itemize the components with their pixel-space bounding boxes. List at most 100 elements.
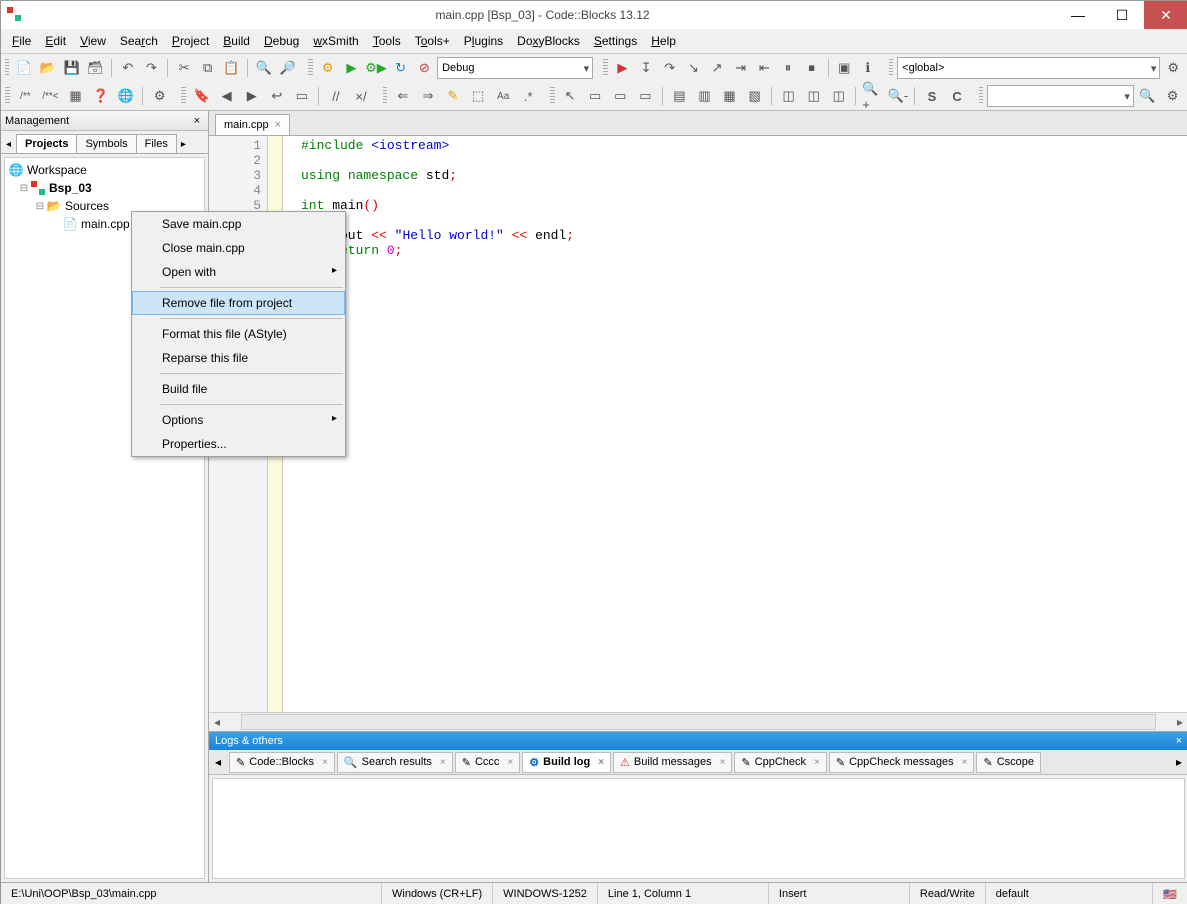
step-out-icon[interactable]: ↗ [706,56,728,80]
log-output[interactable] [212,778,1185,879]
ctx-options[interactable]: Options [132,408,345,432]
rect2-icon[interactable]: ▭ [609,84,632,108]
ctx-close[interactable]: Close main.cpp [132,236,345,260]
menu-edit[interactable]: Edit [38,31,73,51]
select-icon[interactable]: ▭ [290,84,313,108]
maximize-button[interactable]: ☐ [1100,1,1144,29]
log-tab-search[interactable]: 🔍Search results× [337,752,453,773]
highlight-icon[interactable]: ✎ [441,84,464,108]
code-text[interactable]: #include <iostream> using namespace std;… [297,136,1187,712]
run-icon[interactable]: ▶ [340,56,362,80]
log-tab-cppcheck[interactable]: ✎CppCheck× [734,752,826,773]
abort-icon[interactable]: ⊘ [413,56,435,80]
doxy-run-icon[interactable]: ▦ [64,84,87,108]
undo-icon[interactable]: ↶ [117,56,139,80]
menu-project[interactable]: Project [165,31,216,51]
log-tab-buildmsg[interactable]: ⚠Build messages× [613,752,732,773]
menu-settings[interactable]: Settings [587,31,644,51]
tree-project[interactable]: ⊟ Bsp_03 [8,179,201,197]
tab-close-icon[interactable]: × [275,119,281,131]
search-opts-icon[interactable]: ⚙ [1161,84,1184,108]
back-icon[interactable]: ⇐ [391,84,414,108]
run-to-cursor-icon[interactable]: ↧ [635,56,657,80]
menu-search[interactable]: Search [113,31,165,51]
debug-info-icon[interactable]: ℹ [857,56,879,80]
cut-icon[interactable]: ✂ [173,56,195,80]
break-icon[interactable]: ⏸ [777,56,799,80]
search-go-icon[interactable]: 🔍 [1136,84,1159,108]
rect1-icon[interactable]: ▭ [584,84,607,108]
find-icon[interactable]: 🔍 [253,56,275,80]
minimize-button[interactable]: — [1056,1,1100,29]
log-tab-codeblocks[interactable]: ✎Code::Blocks× [229,752,335,773]
forward-icon[interactable]: ⇒ [416,84,439,108]
ctx-save[interactable]: Save main.cpp [132,212,345,236]
build-target-select[interactable]: Debug [437,57,593,79]
log-tab-buildlog[interactable]: ⚙Build log× [522,752,611,773]
menu-file[interactable]: File [5,31,38,51]
save-icon[interactable]: 💾 [61,56,83,80]
s-icon[interactable]: S [920,84,943,108]
build-icon[interactable]: ⚙ [317,56,339,80]
horizontal-scrollbar[interactable]: ◂▸ [209,712,1187,731]
code-editor[interactable]: 12345 #include <iostream> using namespac… [209,136,1187,712]
pointer-icon[interactable]: ↖ [559,84,582,108]
next-line-icon[interactable]: ↷ [659,56,681,80]
menu-view[interactable]: View [73,31,113,51]
log-tabs-right[interactable]: ▸ [1170,755,1187,769]
ctx-reparse[interactable]: Reparse this file [132,346,345,370]
wrap-icon[interactable]: ↩ [265,84,288,108]
next-instr-icon[interactable]: ⇥ [730,56,752,80]
zoom-in-icon[interactable]: 🔍+ [861,84,884,108]
redo-icon[interactable]: ↷ [141,56,163,80]
tab-projects[interactable]: Projects [16,134,77,153]
compiler-settings-icon[interactable]: ⚙ [1162,56,1184,80]
management-close-icon[interactable]: × [190,115,204,127]
copy-icon[interactable]: ⧉ [197,56,219,80]
win1-icon[interactable]: ◫ [777,84,800,108]
next-bookmark-icon[interactable]: ▶ [240,84,263,108]
search-field[interactable] [987,85,1134,107]
new-file-icon[interactable]: 📄 [13,56,35,80]
layout4-icon[interactable]: ▧ [743,84,766,108]
stop-icon[interactable]: ⏹ [801,56,823,80]
rect3-icon[interactable]: ▭ [634,84,657,108]
compiler-select[interactable]: <global> [897,57,1160,79]
regex-icon[interactable]: .* [517,84,540,108]
open-icon[interactable]: 📂 [37,56,59,80]
tabs-left-arrow[interactable]: ◂ [1,136,16,153]
bookmark-icon[interactable]: 🔖 [190,84,213,108]
comment-icon[interactable]: // [324,84,347,108]
log-tab-cppcheckmsg[interactable]: ✎CppCheck messages× [829,752,975,773]
doxy-line-icon[interactable]: /**< [39,84,62,108]
build-run-icon[interactable]: ⚙▶ [364,56,388,80]
uncomment-icon[interactable]: ×/ [349,84,372,108]
doxy-html-icon[interactable]: 🌐 [114,84,137,108]
ctx-build-file[interactable]: Build file [132,377,345,401]
menu-plugins[interactable]: Plugins [457,31,510,51]
log-tabs-left[interactable]: ◂ [209,755,227,769]
ctx-format[interactable]: Format this file (AStyle) [132,322,345,346]
paste-icon[interactable]: 📋 [221,56,243,80]
log-tab-cccc[interactable]: ✎Cccc× [455,752,521,773]
doxy-comment-icon[interactable]: /** [14,84,37,108]
step-instr-icon[interactable]: ⇤ [754,56,776,80]
debug-start-icon[interactable]: ▶ [612,56,634,80]
tree-workspace[interactable]: 🌐 Workspace [8,161,201,179]
matchcase-icon[interactable]: Aa [492,84,515,108]
menu-tools[interactable]: Tools [366,31,408,51]
zoom-out-icon[interactable]: 🔍- [886,84,909,108]
win2-icon[interactable]: ◫ [802,84,825,108]
editor-tab-main[interactable]: main.cpp × [215,114,290,135]
ctx-open-with[interactable]: Open with [132,260,345,284]
debug-windows-icon[interactable]: ▣ [833,56,855,80]
log-tab-cscope[interactable]: ✎Cscope [976,752,1041,773]
save-all-icon[interactable]: 🗃 [84,56,106,80]
doxy-config-icon[interactable]: ⚙ [148,84,171,108]
layout3-icon[interactable]: ▦ [718,84,741,108]
collapse-icon[interactable]: ⊟ [18,183,30,194]
layout1-icon[interactable]: ▤ [668,84,691,108]
ctx-properties[interactable]: Properties... [132,432,345,456]
step-into-icon[interactable]: ↘ [683,56,705,80]
menu-build[interactable]: Build [216,31,257,51]
